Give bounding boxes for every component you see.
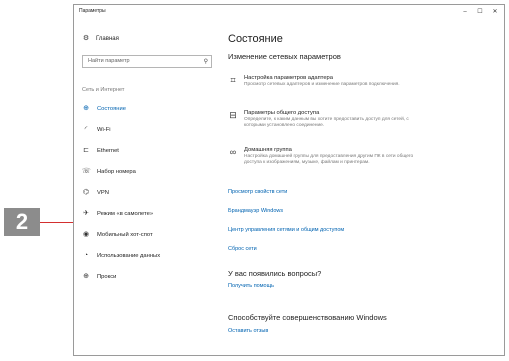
option-adapter-settings[interactable]: ⌗ Настройка параметров адаптера Просмотр… <box>228 75 488 88</box>
section-subtitle: Изменение сетевых параметров <box>228 52 341 61</box>
page-title: Состояние <box>228 33 283 45</box>
link-network-properties[interactable]: Просмотр свойств сети <box>228 189 287 195</box>
link-get-help[interactable]: Получить помощь <box>228 283 274 289</box>
maximize-button[interactable]: ☐ <box>473 7 487 17</box>
minimize-button[interactable]: – <box>458 7 472 17</box>
sidebar-item-hotspot[interactable]: ◉ Мобильный хот-спот <box>82 231 153 239</box>
adapter-icon: ⌗ <box>230 75 236 85</box>
option-homegroup[interactable]: ∞ Домашняя группа Настройка домашней гру… <box>228 147 488 166</box>
vpn-icon: ⌬ <box>82 189 90 196</box>
sidebar-item-label: Wi-Fi <box>97 127 111 133</box>
callout-number: 2 <box>4 208 40 236</box>
sidebar-item-wifi[interactable]: ◜ Wi-Fi <box>82 126 111 134</box>
data-usage-icon: ◔ <box>83 252 89 259</box>
close-button[interactable]: ✕ <box>488 7 502 17</box>
sidebar-item-proxy[interactable]: ⊕ Прокси <box>82 273 116 281</box>
link-network-sharing-center[interactable]: Центр управления сетями и общим доступом <box>228 227 344 233</box>
search-input[interactable]: Найти параметр ⚲ <box>82 55 212 68</box>
hotspot-icon: ◉ <box>82 231 90 238</box>
sidebar-home[interactable]: ⚙ Главная <box>82 35 119 43</box>
sidebar-item-status[interactable]: ⊕ Состояние <box>82 105 126 113</box>
gear-icon: ⚙ <box>82 35 90 42</box>
option-title: Параметры общего доступа <box>244 110 320 116</box>
main-content: Состояние Изменение сетевых параметров ⌗… <box>228 19 498 355</box>
sidebar: ⚙ Главная Найти параметр ⚲ Сеть и Интерн… <box>74 19 220 355</box>
link-network-reset[interactable]: Сброс сети <box>228 246 257 252</box>
sidebar-item-label: VPN <box>97 190 109 196</box>
sidebar-item-label: Режим «в самолете» <box>97 211 154 217</box>
dialup-icon: ☏ <box>82 168 91 175</box>
option-title: Домашняя группа <box>244 147 292 153</box>
sidebar-item-ethernet[interactable]: ⊏ Ethernet <box>82 147 119 155</box>
link-windows-firewall[interactable]: Брандмауэр Windows <box>228 208 283 214</box>
questions-heading: У вас появились вопросы? <box>228 269 322 278</box>
sidebar-home-label: Главная <box>96 36 119 42</box>
sharing-icon: ⊟ <box>229 110 237 120</box>
sidebar-item-airplane[interactable]: ✈ Режим «в самолете» <box>82 210 153 218</box>
window-title: Параметры <box>79 8 106 14</box>
search-placeholder: Найти параметр <box>88 58 130 64</box>
ethernet-icon: ⊏ <box>83 147 89 154</box>
sidebar-item-label: Ethernet <box>97 148 119 154</box>
sidebar-item-data-usage[interactable]: ◔ Использование данных <box>82 252 160 260</box>
option-description: Просмотр сетевых адаптеров и изменение п… <box>244 82 400 87</box>
title-bar: Параметры – ☐ ✕ <box>74 5 504 19</box>
airplane-icon: ✈ <box>83 210 89 217</box>
option-sharing-settings[interactable]: ⊟ Параметры общего доступа Определите, к… <box>228 110 488 129</box>
option-description: Определите, к каким данным вы хотите пре… <box>244 117 409 128</box>
link-give-feedback[interactable]: Оставить отзыв <box>228 328 268 334</box>
homegroup-icon: ∞ <box>229 147 237 157</box>
wifi-icon: ◜ <box>84 126 88 133</box>
sidebar-item-label: Использование данных <box>97 253 161 259</box>
sidebar-item-label: Набор номера <box>97 169 136 175</box>
sidebar-item-vpn[interactable]: ⌬ VPN <box>82 189 109 197</box>
proxy-icon: ⊕ <box>83 273 89 280</box>
search-icon: ⚲ <box>203 59 208 65</box>
improve-heading: Способствуйте совершенствованию Windows <box>228 313 387 322</box>
option-description: Настройка домашней группы для предоставл… <box>244 154 414 165</box>
globe-icon: ⊕ <box>83 105 89 112</box>
option-title: Настройка параметров адаптера <box>244 75 333 81</box>
sidebar-section-title: Сеть и Интернет <box>82 87 125 93</box>
sidebar-item-dialup[interactable]: ☏ Набор номера <box>82 168 136 176</box>
sidebar-item-label: Состояние <box>97 106 126 112</box>
settings-window: Параметры – ☐ ✕ ⚙ Главная Найти параметр… <box>73 4 505 356</box>
sidebar-item-label: Прокси <box>97 274 117 280</box>
sidebar-item-label: Мобильный хот-спот <box>97 232 153 238</box>
